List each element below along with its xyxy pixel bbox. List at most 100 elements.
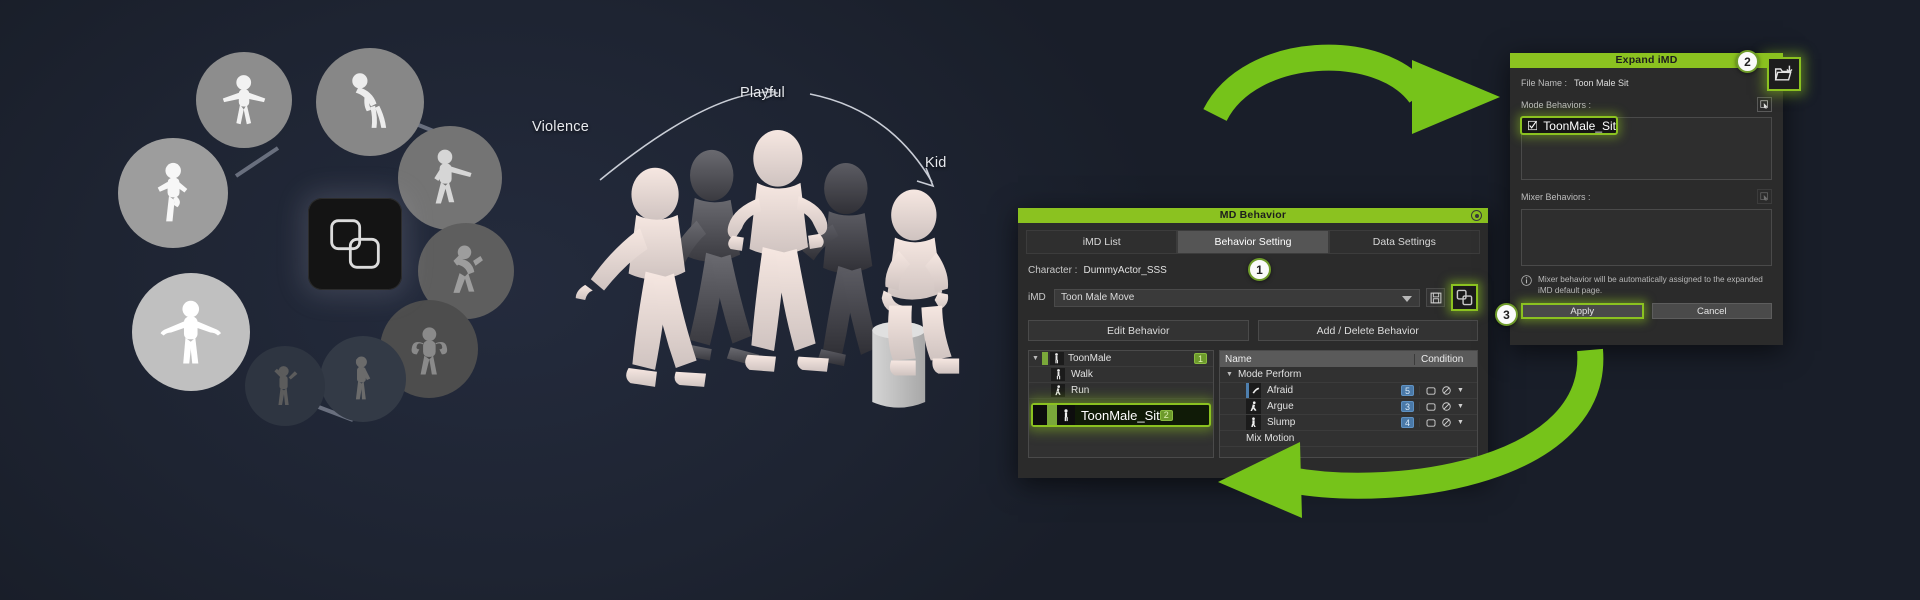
tree-label: Run bbox=[1071, 385, 1090, 396]
motion-table[interactable]: Name Condition ▼ Mode Perform Afraid 5 ▼… bbox=[1219, 350, 1478, 458]
loop-icon[interactable] bbox=[1426, 418, 1436, 427]
imd-label: iMD bbox=[1028, 292, 1046, 303]
motion-count: 5 bbox=[1401, 385, 1414, 396]
pose-node-drink[interactable] bbox=[320, 336, 406, 422]
pick-cursor-icon bbox=[1760, 100, 1768, 109]
add-delete-behavior-button[interactable]: Add / Delete Behavior bbox=[1257, 320, 1478, 341]
pose-node-pose[interactable] bbox=[245, 346, 325, 426]
disabled-icon[interactable] bbox=[1442, 386, 1451, 395]
step-badge-3: 3 bbox=[1495, 303, 1518, 326]
edit-behavior-button[interactable]: Edit Behavior bbox=[1028, 320, 1249, 341]
expand-imd-icon bbox=[1456, 289, 1473, 306]
expand-imd-icon bbox=[330, 219, 380, 269]
mode-behavior-item-label: ToonMale_Sit bbox=[1543, 118, 1616, 133]
table-row[interactable]: Slump 4 ▼ bbox=[1220, 415, 1477, 431]
loop-icon[interactable] bbox=[1426, 402, 1436, 411]
expand-triangle-icon[interactable]: ▼ bbox=[1032, 355, 1039, 362]
column-name: Name bbox=[1220, 353, 1415, 365]
pose-node-cheer[interactable] bbox=[196, 52, 292, 148]
behavior-tree[interactable]: ▼ ToonMale 1 Walk Run ToonMale_Sit 2 bbox=[1028, 350, 1214, 458]
motion-table-header: Name Condition bbox=[1220, 351, 1477, 367]
chevron-down-icon[interactable]: ▼ bbox=[1457, 403, 1464, 410]
figure-kick-icon bbox=[157, 162, 188, 222]
figure-pointing-icon bbox=[434, 149, 472, 204]
save-icon bbox=[1430, 292, 1441, 303]
mixer-behaviors-listbox[interactable] bbox=[1521, 209, 1772, 266]
mode-behaviors-listbox[interactable]: ToonMale_Sit bbox=[1520, 116, 1772, 180]
motion-name: Slump bbox=[1267, 417, 1296, 428]
disabled-icon[interactable] bbox=[1442, 402, 1451, 411]
condition-cell[interactable]: ▼ bbox=[1419, 402, 1477, 411]
expand-triangle-icon[interactable]: ▼ bbox=[1226, 371, 1233, 378]
expand-imd-title: Expand iMD bbox=[1615, 54, 1678, 66]
motion-footer-group-label: Mix Motion bbox=[1246, 433, 1295, 444]
import-folder-button[interactable] bbox=[1767, 57, 1801, 91]
file-name-row: File Name : Toon Male Sit bbox=[1521, 78, 1772, 88]
tree-label-selected: ToonMale_Sit bbox=[1081, 407, 1160, 423]
disabled-icon[interactable] bbox=[1442, 418, 1451, 427]
tree-row-toonmale-sit[interactable]: ToonMale_Sit 2 bbox=[1031, 403, 1211, 427]
tab-behavior-setting[interactable]: Behavior Setting bbox=[1177, 230, 1329, 254]
figure-bowing-icon bbox=[352, 73, 387, 129]
motion-group-row[interactable]: ▼ Mode Perform bbox=[1220, 367, 1477, 383]
close-icon[interactable] bbox=[1471, 210, 1482, 221]
imd-select[interactable]: Toon Male Move bbox=[1054, 288, 1420, 307]
indent-block bbox=[1033, 405, 1047, 425]
md-behavior-title: MD Behavior bbox=[1219, 209, 1287, 221]
tab-imd-list[interactable]: iMD List bbox=[1026, 230, 1178, 254]
apply-button[interactable]: Apply bbox=[1521, 303, 1644, 319]
character-value: DummyActor_SSS bbox=[1083, 265, 1167, 276]
motion-group-label: Mode Perform bbox=[1237, 369, 1302, 380]
dialog-buttons: Apply Cancel bbox=[1521, 303, 1772, 319]
tree-row-run[interactable]: Run bbox=[1029, 383, 1213, 399]
condition-cell[interactable]: ▼ bbox=[1419, 386, 1477, 395]
checkbox-checked-icon[interactable] bbox=[1528, 120, 1538, 131]
pose-node-point[interactable] bbox=[398, 126, 502, 230]
chevron-down-icon[interactable]: ▼ bbox=[1457, 387, 1464, 394]
expand-imd-toolbar-button[interactable] bbox=[1451, 284, 1478, 311]
motion-count: 4 bbox=[1401, 417, 1414, 428]
motion-icon bbox=[1246, 383, 1261, 398]
motion-icon bbox=[1057, 405, 1075, 425]
chevron-down-icon[interactable]: ▼ bbox=[1457, 419, 1464, 426]
mode-pick-button[interactable] bbox=[1757, 97, 1772, 112]
pose-node-kick[interactable] bbox=[118, 138, 228, 248]
pose-node-shrug[interactable] bbox=[132, 273, 250, 391]
pose-node-bow[interactable] bbox=[316, 48, 424, 156]
character-label: Character : bbox=[1028, 265, 1078, 276]
expand-imd-body: File Name : Toon Male Sit Mode Behaviors… bbox=[1510, 68, 1783, 319]
label-playful: Playful bbox=[740, 85, 785, 101]
mixer-note: Mixer behavior will be automatically ass… bbox=[1521, 274, 1772, 296]
cancel-button[interactable]: Cancel bbox=[1651, 303, 1772, 319]
expand-imd-center-tile[interactable] bbox=[308, 198, 402, 290]
tree-badge: 1 bbox=[1194, 353, 1207, 364]
motion-name: Afraid bbox=[1267, 385, 1294, 396]
step-badge-2: 2 bbox=[1736, 50, 1759, 73]
step-badge-1: 1 bbox=[1248, 258, 1271, 281]
mode-behavior-item-toonmale-sit[interactable]: ToonMale_Sit bbox=[1520, 116, 1618, 135]
table-row[interactable]: Argue 3 ▼ bbox=[1220, 399, 1477, 415]
motion-footer-group-row[interactable]: Mix Motion bbox=[1220, 431, 1477, 447]
file-name-value: Toon Male Sit bbox=[1574, 78, 1629, 88]
character-group: Violence Playful Kid bbox=[532, 85, 990, 470]
mode-behaviors-row: Mode Behaviors : bbox=[1521, 97, 1772, 112]
condition-cell[interactable]: ▼ bbox=[1419, 418, 1477, 427]
tree-badge-selected: 2 bbox=[1159, 409, 1173, 421]
mixer-behaviors-row: Mixer Behaviors : bbox=[1521, 189, 1772, 204]
chevron-down-icon bbox=[1402, 295, 1412, 302]
md-behavior-window[interactable]: MD Behavior iMD List Behavior Setting Da… bbox=[1018, 208, 1488, 478]
behavior-lists: ▼ ToonMale 1 Walk Run ToonMale_Sit 2 Nam… bbox=[1028, 350, 1478, 458]
mixer-pick-button[interactable] bbox=[1757, 189, 1772, 204]
save-imd-button[interactable] bbox=[1426, 288, 1445, 307]
expand-imd-dialog[interactable]: Expand iMD File Name : Toon Male Sit Mod… bbox=[1510, 53, 1801, 345]
figure-shrug-icon bbox=[160, 301, 222, 364]
table-row[interactable]: Afraid 5 ▼ bbox=[1220, 383, 1477, 399]
tree-row-toonmale[interactable]: ▼ ToonMale 1 bbox=[1029, 351, 1213, 367]
tab-data-settings[interactable]: Data Settings bbox=[1328, 230, 1480, 254]
column-condition: Condition bbox=[1421, 353, 1464, 365]
tree-row-walk[interactable]: Walk bbox=[1029, 367, 1213, 383]
loop-icon[interactable] bbox=[1426, 386, 1436, 395]
mixer-behaviors-label: Mixer Behaviors : bbox=[1521, 191, 1591, 202]
mannequin-figures bbox=[575, 130, 960, 408]
imd-select-value: Toon Male Move bbox=[1061, 292, 1135, 303]
